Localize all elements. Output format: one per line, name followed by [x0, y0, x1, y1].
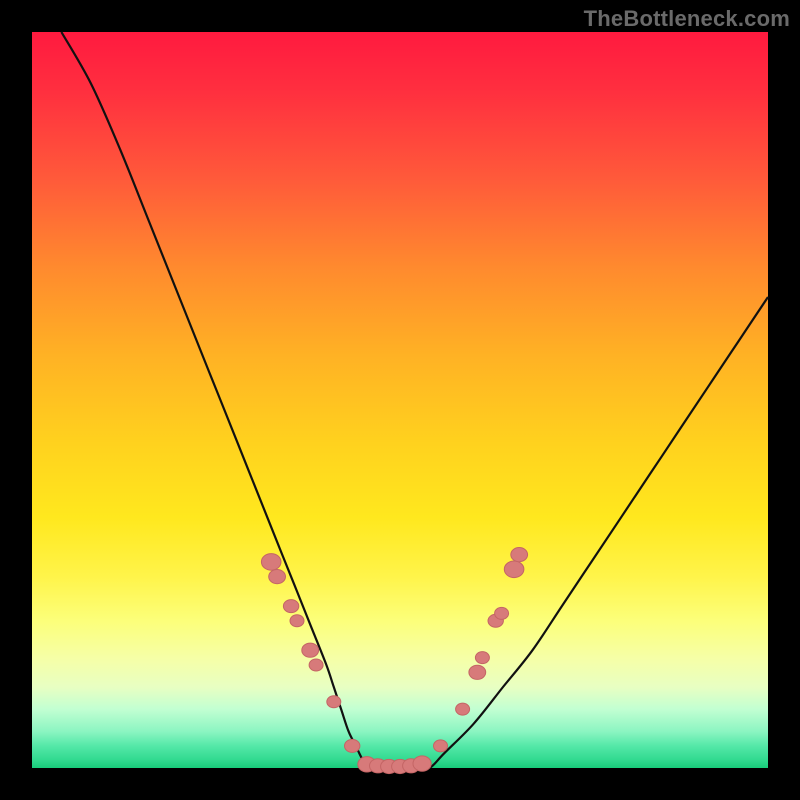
curve-marker [327, 696, 341, 708]
curve-marker [309, 659, 323, 671]
curve-markers [261, 548, 527, 774]
bottleneck-curve [61, 32, 768, 769]
curve-marker [261, 554, 281, 571]
curve-marker [302, 643, 319, 657]
curve-marker [290, 615, 304, 627]
curve-layer [32, 32, 768, 768]
curve-marker [345, 739, 360, 752]
plot-area [32, 32, 768, 768]
curve-marker [456, 703, 470, 715]
curve-marker [269, 570, 286, 584]
curve-marker [511, 548, 528, 562]
curve-marker [413, 756, 431, 771]
chart-frame: TheBottleneck.com [0, 0, 800, 800]
watermark-text: TheBottleneck.com [584, 6, 790, 32]
curve-marker [504, 561, 524, 578]
curve-marker [434, 740, 448, 752]
curve-marker [495, 607, 509, 619]
curve-marker [475, 652, 489, 664]
curve-marker [283, 600, 298, 613]
curve-marker [469, 665, 486, 679]
